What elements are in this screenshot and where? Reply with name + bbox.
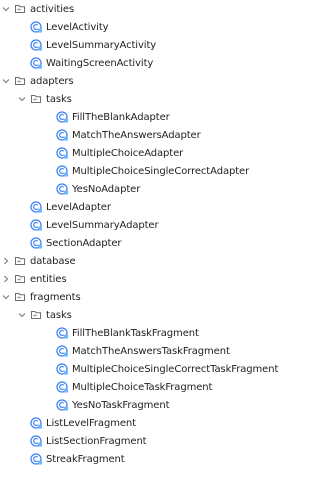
tree-item-label: activities [30,3,75,15]
folder-icon [14,291,26,303]
tree-folder-entities[interactable]: entities [0,270,283,288]
tree-item-label: ListLevelFragment [46,417,136,429]
tree-item-label: tasks [46,309,72,321]
tree-item-list-section-fragment[interactable]: ListSectionFragment [0,432,283,450]
tree-item-label: MultipleChoiceSingleCorrectTaskFragment [72,363,279,375]
tree-item-yes-no-adapter[interactable]: YesNoAdapter [0,180,283,198]
kotlin-class-icon [56,111,68,123]
tree-item-label: FillTheBlankAdapter [72,111,170,123]
tree-item-yes-no-task-fragment[interactable]: YesNoTaskFragment [0,396,283,414]
tree-item-fill-the-blank-task-fragment[interactable]: FillTheBlankTaskFragment [0,324,283,342]
tree-item-level-summary-activity[interactable]: LevelSummaryActivity [0,36,283,54]
tree-item-match-the-answers-task-fragment[interactable]: MatchTheAnswersTaskFragment [0,342,283,360]
tree-item-label: database [30,255,76,267]
tree-item-label: fragments [30,291,81,303]
tree-item-streak-fragment[interactable]: StreakFragment [0,450,283,468]
tree-item-label: MatchTheAnswersAdapter [72,129,201,141]
tree-item-label: MultipleChoiceSingleCorrectAdapter [72,165,250,177]
tree-folder-tasks[interactable]: tasks [0,306,283,324]
tree-item-label: FillTheBlankTaskFragment [72,327,199,339]
tree-item-list-level-fragment[interactable]: ListLevelFragment [0,414,283,432]
kotlin-class-icon [56,147,68,159]
chevron-down-icon[interactable] [2,77,10,85]
kotlin-class-icon [56,363,68,375]
tree-item-multiple-choice-single-correct-adapter[interactable]: MultipleChoiceSingleCorrectAdapter [0,162,283,180]
tree-item-level-adapter[interactable]: LevelAdapter [0,198,283,216]
chevron-down-icon[interactable] [2,5,10,13]
folder-icon [14,255,26,267]
tree-item-level-activity[interactable]: LevelActivity [0,18,283,36]
tree-item-label: LevelSummaryAdapter [46,219,159,231]
kotlin-class-icon [30,39,42,51]
tree-item-label: LevelAdapter [46,201,111,213]
tree-item-label: YesNoTaskFragment [72,399,170,411]
folder-icon [30,93,42,105]
tree-item-label: adapters [30,75,74,87]
chevron-down-icon[interactable] [2,293,10,301]
chevron-down-icon[interactable] [18,311,26,319]
tree-item-section-adapter[interactable]: SectionAdapter [0,234,283,252]
tree-item-label: SectionAdapter [46,237,122,249]
tree-item-label: MultipleChoiceTaskFragment [72,381,213,393]
tree-item-label: MatchTheAnswersTaskFragment [72,345,230,357]
kotlin-class-icon [56,381,68,393]
tree-item-multiple-choice-single-correct-task-fragment[interactable]: MultipleChoiceSingleCorrectTaskFragment [0,360,283,378]
kotlin-class-icon [30,453,42,465]
kotlin-class-icon [30,417,42,429]
kotlin-class-icon [56,327,68,339]
chevron-down-icon[interactable] [18,95,26,103]
kotlin-class-icon [30,201,42,213]
tree-item-label: LevelSummaryActivity [46,39,157,51]
kotlin-class-icon [30,219,42,231]
tree-item-label: LevelActivity [46,21,109,33]
kotlin-class-icon [30,21,42,33]
tree-item-label: entities [30,273,67,285]
tree-item-fill-the-blank-adapter[interactable]: FillTheBlankAdapter [0,108,283,126]
kotlin-class-icon [56,399,68,411]
tree-folder-database[interactable]: database [0,252,283,270]
tree-item-multiple-choice-task-fragment[interactable]: MultipleChoiceTaskFragment [0,378,283,396]
kotlin-class-icon [30,237,42,249]
tree-folder-adapters[interactable]: adapters [0,72,283,90]
tree-item-waiting-screen-activity[interactable]: WaitingScreenActivity [0,54,283,72]
tree-folder-activities[interactable]: activities [0,0,283,18]
tree-item-label: YesNoAdapter [72,183,141,195]
tree-item-label: MultipleChoiceAdapter [72,147,184,159]
kotlin-class-icon [56,165,68,177]
kotlin-class-icon [30,57,42,69]
tree-item-label: WaitingScreenActivity [46,57,154,69]
tree-item-level-summary-adapter[interactable]: LevelSummaryAdapter [0,216,283,234]
folder-icon [14,3,26,15]
tree-folder-fragments[interactable]: fragments [0,288,283,306]
folder-icon [30,309,42,321]
kotlin-class-icon [30,435,42,447]
kotlin-class-icon [56,345,68,357]
chevron-right-icon[interactable] [2,275,10,283]
tree-item-multiple-choice-adapter[interactable]: MultipleChoiceAdapter [0,144,283,162]
folder-icon [14,273,26,285]
tree-item-label: ListSectionFragment [46,435,147,447]
tree-item-label: StreakFragment [46,453,125,465]
tree-item-match-the-answers-adapter[interactable]: MatchTheAnswersAdapter [0,126,283,144]
tree-folder-tasks[interactable]: tasks [0,90,283,108]
folder-icon [14,75,26,87]
tree-item-label: tasks [46,93,72,105]
chevron-right-icon[interactable] [2,257,10,265]
kotlin-class-icon [56,129,68,141]
kotlin-class-icon [56,183,68,195]
project-tree: activities LevelActivity LevelSummaryAct… [0,0,283,500]
